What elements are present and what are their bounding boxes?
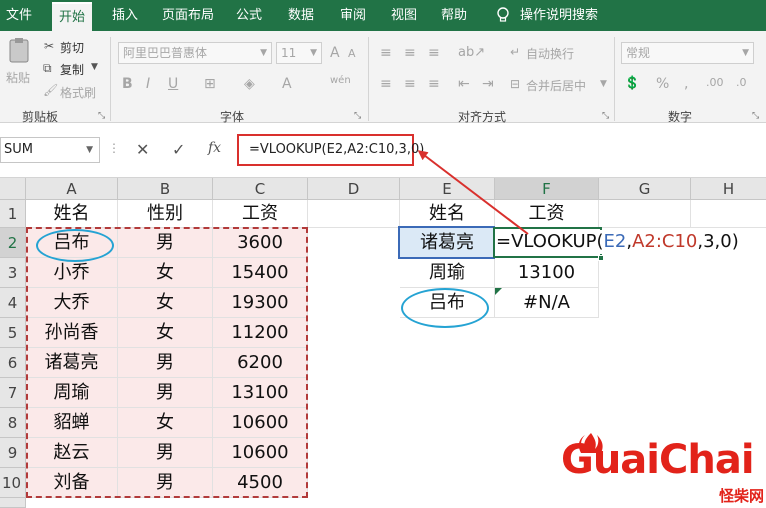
- watermark-brand: GuaiChai: [561, 437, 755, 483]
- guaichai-logo: GuaiChai 怪柴网: [561, 431, 766, 508]
- watermark-subtitle: 怪柴网: [718, 487, 764, 505]
